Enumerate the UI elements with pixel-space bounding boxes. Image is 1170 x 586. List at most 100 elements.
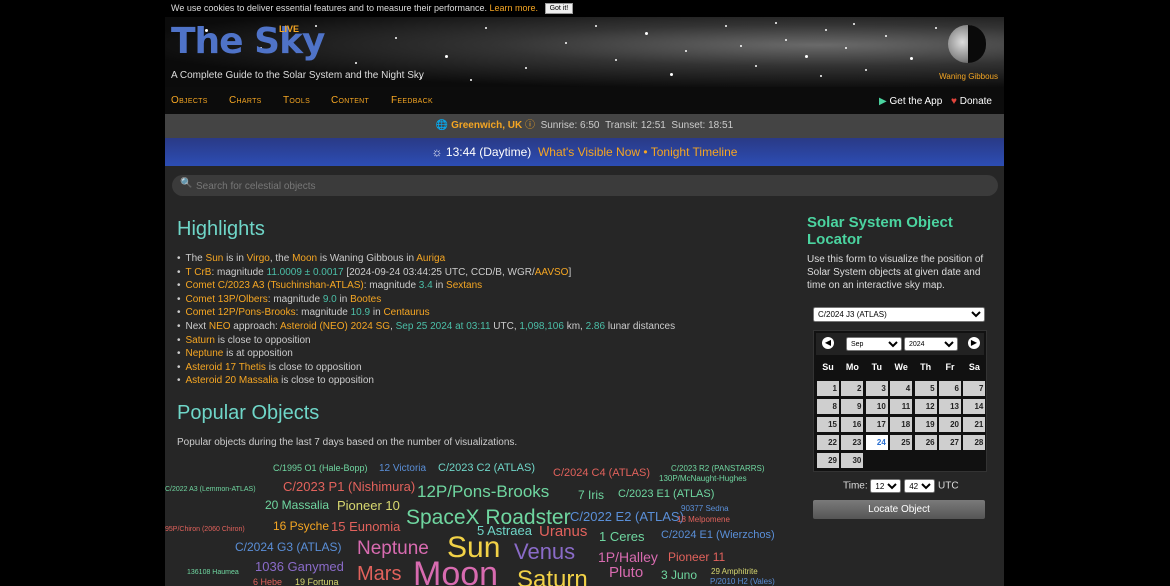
calendar-day[interactable]: 7	[963, 381, 986, 396]
highlight-link[interactable]: Neptune	[186, 348, 224, 359]
got-it-button[interactable]: Got it!	[544, 3, 574, 15]
calendar-day[interactable]: 12	[914, 399, 937, 414]
calendar-day[interactable]: 11	[890, 399, 913, 414]
highlight-link[interactable]: NEO	[209, 321, 231, 332]
popular-object-link[interactable]: 20 Massalia	[265, 499, 329, 511]
hour-select[interactable]: 12	[870, 479, 902, 493]
location-city[interactable]: Greenwich, UK	[451, 120, 522, 131]
popular-object-link[interactable]: C/2023 C2 (ATLAS)	[438, 463, 535, 474]
calendar-day[interactable]: 17	[865, 417, 888, 432]
popular-object-link[interactable]: 12P/Pons-Brooks	[417, 483, 549, 500]
popular-object-link[interactable]: Pluto	[609, 565, 643, 580]
popular-object-link[interactable]: C/2024 G3 (ATLAS)	[235, 541, 342, 553]
highlight-link[interactable]: Centaurus	[383, 307, 429, 318]
calendar-day[interactable]: 23	[841, 435, 864, 450]
popular-object-link[interactable]: 7 Iris	[578, 489, 604, 501]
popular-object-link[interactable]: C/1995 O1 (Hale-Bopp)	[273, 464, 368, 473]
popular-object-link[interactable]: Mars	[357, 564, 401, 584]
calendar-day[interactable]: 3	[865, 381, 888, 396]
popular-object-link[interactable]: 95P/Chiron (2060 Chiron)	[165, 526, 245, 533]
highlight-link[interactable]: Asteroid 17 Thetis	[186, 362, 266, 373]
donate-link[interactable]: ♥ Donate	[951, 96, 992, 107]
learn-more-link[interactable]: Learn more.	[490, 3, 539, 13]
popular-object-link[interactable]: C/2024 E1 (Wierzchos)	[661, 530, 775, 541]
calendar-day[interactable]: 1	[817, 381, 839, 396]
highlight-link[interactable]: Comet 12P/Pons-Brooks	[186, 307, 296, 318]
object-select[interactable]: C/2024 J3 (ATLAS)	[813, 307, 985, 322]
calendar-day[interactable]: 14	[963, 399, 986, 414]
calendar-day[interactable]: 6	[939, 381, 961, 396]
popular-object-link[interactable]: 1 Ceres	[599, 530, 645, 543]
popular-object-link[interactable]: 12 Victoria	[379, 464, 426, 474]
calendar-day[interactable]: 8	[817, 399, 839, 414]
info-icon[interactable]: ⓘ	[525, 120, 535, 131]
calendar-day[interactable]: 28	[963, 435, 986, 450]
calendar-day[interactable]: 21	[963, 417, 986, 432]
highlight-link[interactable]: Auriga	[416, 253, 445, 264]
popular-object-link[interactable]: C/2022 A3 (Lemmon-ATLAS)	[165, 486, 256, 493]
year-select[interactable]: 2024	[904, 337, 958, 351]
nav-charts[interactable]: Charts	[229, 95, 262, 106]
popular-object-link[interactable]: 29 Amphitrite	[711, 568, 758, 576]
highlight-link[interactable]: Sextans	[446, 280, 482, 291]
highlight-link[interactable]: Moon	[292, 253, 317, 264]
popular-object-link[interactable]: C/2023 R2 (PANSTARRS)	[671, 465, 765, 473]
nav-objects[interactable]: Objects	[171, 95, 208, 106]
nav-tools[interactable]: Tools	[283, 95, 310, 106]
popular-object-link[interactable]: P/2010 H2 (Vales)	[710, 578, 775, 586]
popular-object-link[interactable]: Saturn	[517, 568, 588, 586]
highlight-link[interactable]: Saturn	[186, 335, 215, 346]
popular-object-link[interactable]: 130P/McNaught-Hughes	[659, 475, 747, 483]
calendar-day[interactable]: 18	[890, 417, 913, 432]
popular-object-link[interactable]: C/2022 E2 (ATLAS)	[570, 510, 684, 523]
highlight-link[interactable]: Sun	[206, 253, 224, 264]
calendar-day[interactable]: 2	[841, 381, 864, 396]
highlight-link[interactable]: Bootes	[350, 294, 381, 305]
locate-object-button[interactable]: Locate Object	[813, 500, 985, 519]
calendar-day[interactable]: 15	[817, 417, 839, 432]
popular-object-link[interactable]: Pioneer 11	[668, 551, 725, 563]
popular-object-link[interactable]: 136108 Haumea	[187, 569, 239, 576]
calendar-day[interactable]: 30	[841, 453, 864, 468]
popular-object-link[interactable]: 16 Psyche	[273, 520, 329, 532]
highlight-link[interactable]: AAVSO	[535, 267, 569, 278]
calendar-day[interactable]: 22	[817, 435, 839, 450]
calendar-day[interactable]: 10	[865, 399, 888, 414]
nav-feedback[interactable]: Feedback	[391, 95, 433, 106]
calendar-day[interactable]: 13	[939, 399, 961, 414]
popular-object-link[interactable]: C/2024 C4 (ATLAS)	[553, 468, 650, 479]
calendar-day[interactable]: 20	[939, 417, 961, 432]
month-select[interactable]: Sep	[846, 337, 902, 351]
calendar-day[interactable]: 4	[890, 381, 913, 396]
calendar-day[interactable]: 16	[841, 417, 864, 432]
calendar-day[interactable]: 26	[914, 435, 937, 450]
popular-object-link[interactable]: 1036 Ganymed	[255, 560, 344, 573]
nav-content[interactable]: Content	[331, 95, 369, 106]
popular-object-link[interactable]: 18 Melpomene	[677, 516, 730, 524]
popular-object-link[interactable]: C/2023 E1 (ATLAS)	[618, 489, 714, 500]
get-app-link[interactable]: ▶ Get the App	[879, 96, 942, 107]
highlight-link[interactable]: Asteroid (NEO) 2024 SG	[280, 321, 390, 332]
popular-object-link[interactable]: Pioneer 10	[337, 499, 400, 512]
moon-phase-icon[interactable]	[948, 25, 986, 63]
next-month-icon[interactable]: ▶	[968, 337, 980, 349]
calendar-day[interactable]: 27	[939, 435, 961, 450]
minute-select[interactable]: 42	[904, 479, 936, 493]
calendar-day[interactable]: 5	[914, 381, 937, 396]
calendar-day[interactable]: 19	[914, 417, 937, 432]
calendar-day[interactable]: 25	[890, 435, 913, 450]
whats-visible-link[interactable]: What's Visible Now	[538, 145, 640, 159]
popular-object-link[interactable]: 15 Eunomia	[331, 520, 400, 533]
calendar-day[interactable]: 29	[817, 453, 839, 468]
highlight-link[interactable]: T CrB	[186, 267, 212, 278]
popular-object-link[interactable]: Uranus	[539, 524, 587, 539]
popular-object-link[interactable]: 19 Fortuna	[295, 578, 339, 586]
prev-month-icon[interactable]: ◀	[822, 337, 834, 349]
popular-object-link[interactable]: C/2023 P1 (Nishimura)	[283, 480, 415, 493]
search-input[interactable]	[194, 175, 978, 198]
popular-object-link[interactable]: Venus	[514, 541, 575, 563]
popular-object-link[interactable]: 6 Hebe	[253, 578, 282, 586]
highlight-link[interactable]: Comet 13P/Olbers	[186, 294, 268, 305]
tonight-timeline-link[interactable]: Tonight Timeline	[651, 145, 738, 159]
popular-object-link[interactable]: 3 Juno	[661, 569, 697, 581]
